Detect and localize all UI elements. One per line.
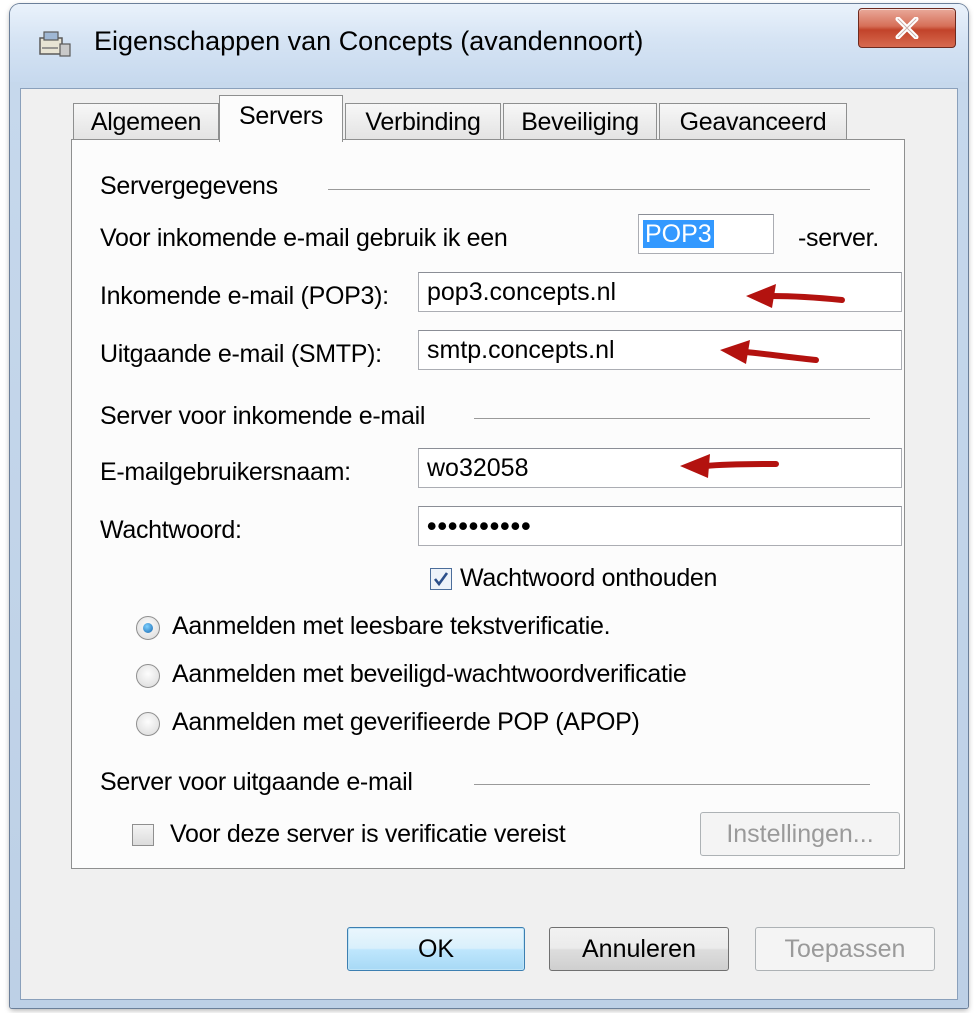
incoming-type-label: Voor inkomende e-mail gebruik ik een — [100, 224, 508, 252]
auth-option-plain-label: Aanmelden met leesbare tekstverificatie. — [172, 612, 611, 640]
close-button[interactable] — [858, 8, 956, 48]
auth-option-apop-label: Aanmelden met geverifieerde POP (APOP) — [172, 708, 640, 736]
window-title: Eigenschappen van Concepts (avandennoort… — [94, 26, 644, 56]
outgoing-auth-label: Voor deze server is verificatie vereist — [170, 820, 566, 848]
red-arrow-annotation — [680, 454, 779, 478]
incoming-server-type-field[interactable]: POP3 — [638, 214, 774, 254]
checkmark-icon — [433, 572, 449, 587]
red-arrow-annotation — [746, 284, 845, 308]
group-label-incoming-server: Server voor inkomende e-mail — [100, 402, 426, 430]
outgoing-server-label: Uitgaande e-mail (SMTP): — [100, 340, 382, 368]
outgoing-auth-checkbox[interactable] — [132, 824, 154, 846]
remember-password-checkbox[interactable] — [430, 568, 452, 590]
close-icon — [895, 17, 919, 39]
username-input[interactable]: wo32058 — [418, 448, 902, 488]
group-label-outgoing-server: Server voor uitgaande e-mail — [100, 768, 413, 796]
auth-option-apop-radio[interactable] — [136, 712, 160, 736]
tab-geavanceerd[interactable]: Geavanceerd — [659, 103, 847, 140]
group-divider — [474, 418, 870, 419]
tab-beveiliging[interactable]: Beveiliging — [503, 103, 657, 140]
servers-tab-panel: Servergegevens Voor inkomende e-mail geb… — [71, 139, 905, 869]
tab-algemeen[interactable]: Algemeen — [73, 103, 219, 140]
group-divider — [474, 784, 870, 785]
dialog-client-area: Algemeen Servers Verbinding Beveiliging … — [20, 88, 958, 1000]
incoming-type-suffix: -server. — [798, 224, 879, 252]
username-label: E-mailgebruikersnaam: — [100, 458, 351, 486]
password-label: Wachtwoord: — [100, 516, 242, 544]
dialog-window: Eigenschappen van Concepts (avandennoort… — [10, 4, 968, 1008]
mail-account-icon — [38, 28, 72, 58]
tab-servers[interactable]: Servers — [219, 95, 343, 142]
auth-option-spa-radio[interactable] — [136, 664, 160, 688]
group-label-servergegevens: Servergegevens — [100, 172, 278, 200]
outgoing-server-input[interactable]: smtp.concepts.nl — [418, 330, 902, 370]
password-input[interactable]: •••••••••• — [418, 506, 902, 546]
remember-password-label: Wachtwoord onthouden — [460, 564, 718, 592]
tab-verbinding[interactable]: Verbinding — [345, 103, 501, 140]
cancel-button[interactable]: Annuleren — [549, 927, 729, 971]
ok-button[interactable]: OK — [347, 927, 525, 971]
settings-button[interactable]: Instellingen... — [700, 812, 900, 856]
title-bar[interactable]: Eigenschappen van Concepts (avandennoort… — [10, 4, 968, 82]
auth-option-plain-radio[interactable] — [136, 616, 160, 640]
incoming-server-type-value: POP3 — [643, 220, 714, 248]
auth-option-spa-label: Aanmelden met beveiligd-wachtwoordverifi… — [172, 660, 687, 688]
apply-button[interactable]: Toepassen — [755, 927, 935, 971]
red-arrow-annotation — [720, 340, 819, 364]
group-divider — [328, 189, 870, 190]
incoming-server-label: Inkomende e-mail (POP3): — [100, 282, 389, 310]
